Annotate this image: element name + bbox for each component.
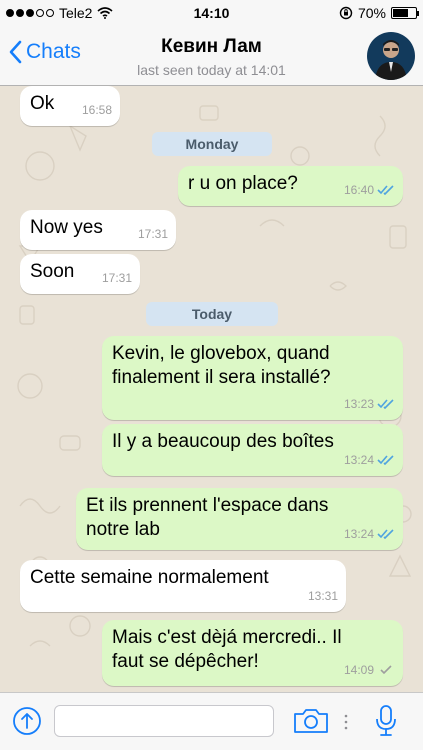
message-time: 14:09 bbox=[343, 663, 374, 677]
message-time: 13:31 bbox=[307, 589, 338, 603]
last-seen: last seen today at 14:01 bbox=[137, 62, 286, 78]
message-line: finalement il sera installé? bbox=[112, 367, 331, 388]
message-text: Et ils prennent l'espace dans notre lab bbox=[86, 494, 328, 542]
battery-percent: 70% bbox=[357, 5, 386, 21]
microphone-icon[interactable] bbox=[374, 704, 398, 738]
composer-bar bbox=[0, 692, 423, 750]
message-line: Mais c'est dèjá mercredi.. Il bbox=[112, 627, 342, 648]
message-text: Soon bbox=[30, 261, 75, 282]
message-input[interactable] bbox=[54, 705, 274, 737]
message-bubble-outgoing[interactable]: Mais c'est dèjá mercredi.. Il faut se dé… bbox=[102, 620, 403, 686]
double-check-read-icon bbox=[377, 529, 394, 539]
single-check-icon bbox=[380, 665, 392, 675]
message-line: Et ils prennent l'espace dans bbox=[86, 495, 329, 516]
message-time: 17:31 bbox=[137, 227, 168, 241]
message-text: Kevin, le glovebox, quand finalement il … bbox=[112, 342, 331, 390]
double-check-read-icon bbox=[377, 399, 394, 409]
message-bubble-outgoing[interactable]: Il y a beaucoup des boîtes 13:24 bbox=[102, 424, 403, 476]
message-time: 13:23 bbox=[343, 397, 374, 411]
separator-dots-icon bbox=[344, 714, 348, 730]
message-time: 16:58 bbox=[81, 103, 112, 117]
message-bubble-incoming[interactable]: Cette semaine normalement 13:31 bbox=[20, 560, 346, 612]
contact-name[interactable]: Кевин Лам bbox=[0, 36, 423, 58]
message-time: 13:24 bbox=[343, 453, 374, 467]
message-bubble-incoming[interactable]: Now yes 17:31 bbox=[20, 210, 176, 250]
message-line: Kevin, le glovebox, quand bbox=[112, 343, 330, 364]
message-text: r u on place? bbox=[188, 173, 298, 194]
message-bubble-outgoing[interactable]: r u on place? 16:40 bbox=[178, 166, 403, 206]
battery-icon bbox=[391, 7, 419, 19]
share-icon[interactable] bbox=[12, 706, 42, 736]
message-text: Mais c'est dèjá mercredi.. Il faut se dé… bbox=[112, 626, 342, 674]
message-time: 13:24 bbox=[343, 527, 374, 541]
message-meta: 16:40 bbox=[344, 178, 395, 202]
day-separator: Monday bbox=[152, 132, 272, 156]
message-text: Ok bbox=[30, 93, 55, 114]
message-meta: 13:24 bbox=[344, 522, 395, 546]
message-text: Il y a beaucoup des boîtes bbox=[112, 431, 334, 452]
message-text: Cette semaine normalement bbox=[30, 567, 269, 588]
message-bubble-outgoing[interactable]: Et ils prennent l'espace dans notre lab … bbox=[76, 488, 403, 550]
message-line: faut se dépêcher! bbox=[112, 651, 259, 672]
camera-icon[interactable] bbox=[292, 707, 330, 735]
message-line: notre lab bbox=[86, 519, 160, 540]
message-text: Now yes bbox=[30, 217, 103, 238]
avatar[interactable] bbox=[367, 32, 415, 80]
double-check-read-icon bbox=[377, 185, 394, 195]
message-meta: 17:31 bbox=[102, 266, 132, 290]
day-separator: Today bbox=[146, 302, 278, 326]
message-meta: 16:58 bbox=[82, 98, 112, 122]
contact-photo bbox=[367, 32, 415, 80]
message-meta: 13:31 bbox=[308, 584, 338, 608]
rotation-lock-icon bbox=[339, 6, 353, 20]
status-bar: Tele2 14:10 70% bbox=[0, 0, 423, 28]
message-bubble-incoming[interactable]: Ok 16:58 bbox=[20, 86, 120, 126]
chat-header: Chats Кевин Лам last seen today at 14:01 bbox=[0, 28, 423, 86]
message-meta: 17:31 bbox=[138, 222, 168, 246]
message-bubble-outgoing[interactable]: Kevin, le glovebox, quand finalement il … bbox=[102, 336, 403, 420]
double-check-read-icon bbox=[377, 455, 394, 465]
status-right: 70% bbox=[339, 5, 419, 21]
message-bubble-incoming[interactable]: Soon 17:31 bbox=[20, 254, 140, 294]
message-meta: 14:09 bbox=[344, 658, 395, 682]
message-meta: 13:24 bbox=[344, 448, 395, 472]
message-list[interactable]: Ok 16:58 Monday r u on place? 16:40 Now … bbox=[0, 86, 423, 692]
message-time: 17:31 bbox=[101, 271, 132, 285]
message-time: 16:40 bbox=[343, 183, 374, 197]
message-meta: 13:23 bbox=[344, 392, 395, 416]
